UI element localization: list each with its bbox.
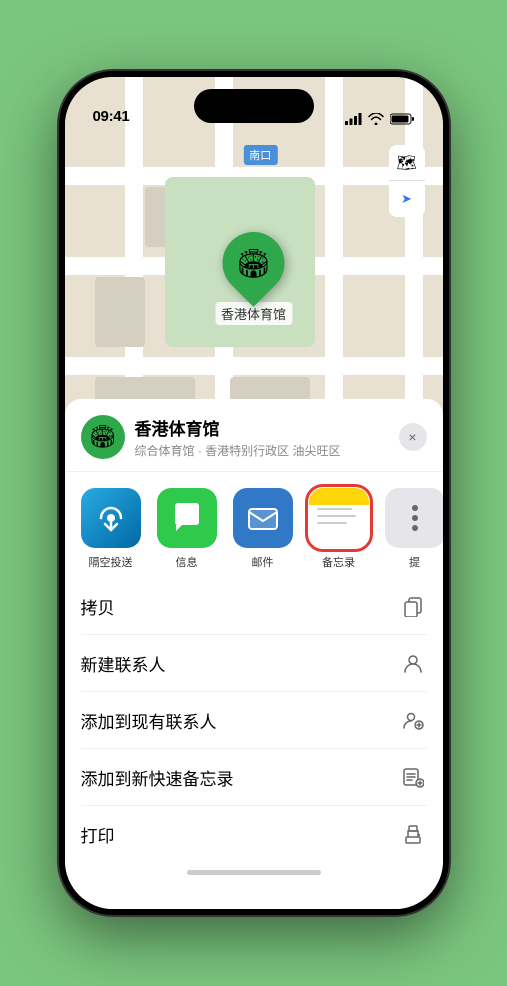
mail-icon	[233, 488, 293, 548]
venue-subtitle: 综合体育馆 · 香港特别行政区 油尖旺区	[135, 442, 399, 459]
sheet-header: 🏟 香港体育馆 综合体育馆 · 香港特别行政区 油尖旺区 ×	[65, 399, 443, 472]
location-button[interactable]: ➤	[389, 181, 425, 217]
add-existing-icon	[399, 706, 427, 734]
close-button[interactable]: ×	[399, 423, 427, 451]
dynamic-island	[194, 89, 314, 123]
venue-info: 香港体育馆 综合体育馆 · 香港特别行政区 油尖旺区	[135, 415, 399, 459]
phone-screen: 09:41	[65, 77, 443, 909]
share-item-mail[interactable]: 邮件	[229, 488, 297, 570]
home-indicator	[65, 862, 443, 875]
map-controls: 🗺 ➤	[389, 145, 425, 217]
share-item-more[interactable]: 提	[381, 488, 443, 570]
print-label: 打印	[81, 822, 115, 847]
action-new-contact[interactable]: 新建联系人	[81, 635, 427, 692]
mail-label: 邮件	[252, 554, 274, 570]
phone-frame: 09:41	[59, 71, 449, 915]
status-time: 09:41	[93, 108, 130, 125]
map-north-gate-label: 南口	[243, 145, 277, 165]
share-item-notes[interactable]: 备忘录	[305, 488, 373, 570]
more-label: 提	[409, 554, 420, 570]
action-print[interactable]: 打印	[81, 806, 427, 862]
notes-icon	[309, 488, 369, 548]
signal-icon	[345, 113, 362, 125]
copy-icon	[399, 592, 427, 620]
status-icons	[345, 113, 415, 125]
airdrop-label: 隔空投送	[89, 554, 133, 570]
new-contact-label: 新建联系人	[81, 651, 166, 676]
print-icon	[399, 820, 427, 848]
venue-pin-icon: 🏟	[236, 247, 272, 280]
airdrop-icon	[81, 488, 141, 548]
more-icon	[385, 488, 443, 548]
action-list: 拷贝 新建联系人	[65, 578, 443, 862]
battery-icon	[390, 113, 415, 125]
wifi-icon	[368, 113, 384, 125]
message-label: 信息	[176, 554, 198, 570]
share-row: 隔空投送 信息	[65, 472, 443, 578]
add-note-icon	[399, 763, 427, 791]
action-copy[interactable]: 拷贝	[81, 578, 427, 635]
add-note-label: 添加到新快速备忘录	[81, 765, 234, 790]
message-icon	[157, 488, 217, 548]
new-contact-icon	[399, 649, 427, 677]
share-item-message[interactable]: 信息	[153, 488, 221, 570]
location-pin: 🏟 香港体育馆	[215, 232, 292, 325]
add-existing-label: 添加到现有联系人	[81, 708, 217, 733]
notes-label: 备忘录	[322, 554, 355, 570]
pin-circle: 🏟	[210, 219, 298, 307]
copy-label: 拷贝	[81, 594, 115, 619]
venue-name: 香港体育馆	[135, 415, 399, 440]
venue-icon: 🏟	[81, 415, 125, 459]
bottom-sheet: 🏟 香港体育馆 综合体育馆 · 香港特别行政区 油尖旺区 ×	[65, 399, 443, 909]
action-add-existing[interactable]: 添加到现有联系人	[81, 692, 427, 749]
action-add-note[interactable]: 添加到新快速备忘录	[81, 749, 427, 806]
map-view-toggle[interactable]: 🗺	[389, 145, 425, 181]
share-item-airdrop[interactable]: 隔空投送	[77, 488, 145, 570]
